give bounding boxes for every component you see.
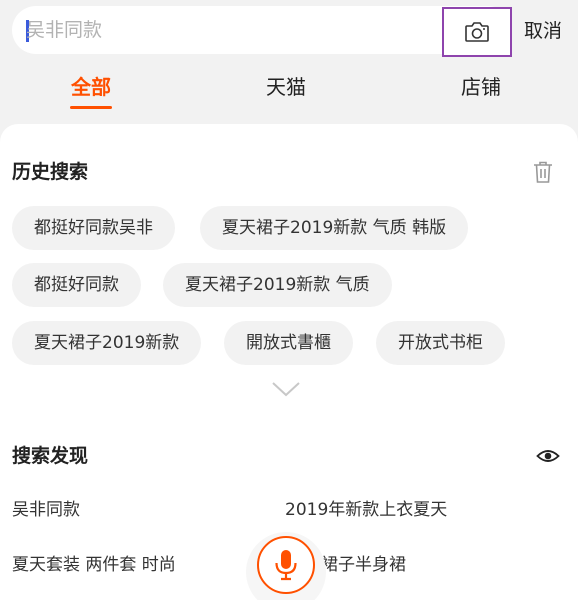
history-chip[interactable]: 夏天裙子2019新款 气质 xyxy=(163,263,392,307)
history-chip[interactable]: 开放式书柜 xyxy=(376,321,505,365)
camera-search-button[interactable] xyxy=(442,7,512,57)
active-tab-indicator xyxy=(70,106,112,109)
discover-item[interactable]: 2019年新款上衣夏天 xyxy=(285,497,447,523)
voice-search-button[interactable] xyxy=(257,536,315,594)
search-input[interactable]: 吴非同款 xyxy=(12,6,512,54)
history-chip[interactable]: 夏天裙子2019新款 xyxy=(12,321,202,365)
cancel-button[interactable]: 取消 xyxy=(524,16,562,46)
tab-shops[interactable]: 店铺 xyxy=(441,70,521,104)
tab-tmall[interactable]: 天猫 xyxy=(246,70,326,104)
eye-icon[interactable] xyxy=(536,446,560,466)
camera-icon xyxy=(465,22,489,42)
microphone-icon xyxy=(275,550,297,581)
history-chip[interactable]: 夏天裙子2019新款 气质 韩版 xyxy=(200,206,469,250)
history-chip[interactable]: 開放式書櫃 xyxy=(224,321,353,365)
history-title: 历史搜索 xyxy=(12,161,89,183)
discover-item[interactable]: 裙子半身裙 xyxy=(321,552,406,578)
trash-icon[interactable] xyxy=(532,160,554,184)
search-header: 吴非同款 取消 全部 天猫 店铺 xyxy=(0,0,578,124)
search-placeholder: 吴非同款 xyxy=(26,19,103,41)
chevron-down-icon[interactable] xyxy=(270,380,302,398)
discover-title: 搜索发现 xyxy=(12,445,89,467)
history-chip[interactable]: 都挺好同款吴非 xyxy=(12,206,175,250)
history-chip[interactable]: 都挺好同款 xyxy=(12,263,141,307)
discover-item[interactable]: 吴非同款 xyxy=(12,497,80,523)
discover-item[interactable]: 夏天套装 两件套 时尚 xyxy=(12,552,176,578)
tab-all[interactable]: 全部 xyxy=(51,70,131,104)
